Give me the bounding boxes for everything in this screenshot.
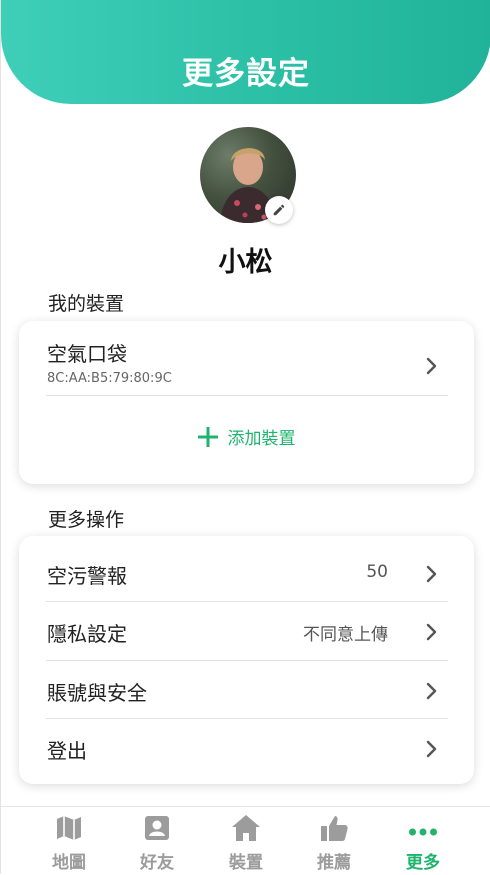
- tab-devices[interactable]: 裝置: [206, 807, 286, 875]
- device-mac-address: 8C:AA:B5:79:80:9C: [47, 371, 172, 386]
- tab-friends[interactable]: 好友: [117, 807, 197, 875]
- map-icon: [57, 816, 81, 840]
- tab-label: 地圖: [52, 853, 86, 873]
- menu-item-value: 50: [366, 562, 388, 582]
- contact-icon: [145, 816, 169, 840]
- devices-card: 空氣口袋 8C:AA:B5:79:80:9C 添加裝置: [19, 321, 474, 484]
- devices-section-title: 我的裝置: [48, 293, 125, 315]
- chevron-right-icon: [426, 565, 437, 583]
- bottom-tab-bar: 地圖 好友 裝置 推薦 更多: [1, 806, 490, 875]
- add-device-button[interactable]: 添加裝置: [19, 424, 474, 449]
- header: 更多設定: [1, 0, 490, 104]
- tab-label: 更多: [406, 853, 440, 873]
- user-name: 小松: [218, 247, 273, 278]
- add-device-label: 添加裝置: [227, 429, 296, 449]
- operations-card: 空污警報 50 隱私設定 不同意上傳 賬號與安全 登出: [19, 536, 474, 784]
- menu-item-label: 賬號與安全: [47, 681, 147, 705]
- chevron-right-icon: [426, 623, 437, 641]
- chevron-right-icon: [426, 357, 437, 375]
- menu-item-privacy-settings[interactable]: 隱私設定 不同意上傳: [19, 602, 474, 660]
- tab-map[interactable]: 地圖: [29, 807, 109, 875]
- pencil-icon: [273, 204, 285, 216]
- tab-label: 推薦: [317, 853, 351, 873]
- tab-label: 好友: [140, 853, 174, 873]
- device-name: 空氣口袋: [47, 342, 127, 366]
- avatar-container[interactable]: [200, 127, 296, 224]
- divider: [46, 395, 448, 396]
- device-item[interactable]: 空氣口袋 8C:AA:B5:79:80:9C: [19, 321, 474, 396]
- page-title: 更多設定: [182, 56, 310, 92]
- thumbs-up-icon: [321, 816, 348, 841]
- menu-item-value: 不同意上傳: [303, 625, 388, 645]
- tab-label: 裝置: [229, 853, 263, 873]
- menu-item-label: 空污警報: [47, 564, 127, 588]
- tab-recommend[interactable]: 推薦: [294, 807, 374, 875]
- home-icon: [232, 815, 260, 841]
- menu-item-label: 隱私設定: [47, 622, 127, 646]
- operations-section-title: 更多操作: [48, 509, 125, 531]
- edit-avatar-button[interactable]: [265, 196, 293, 224]
- menu-item-pollution-alert[interactable]: 空污警報 50: [19, 544, 474, 602]
- plus-icon: [197, 426, 218, 447]
- chevron-right-icon: [426, 682, 437, 700]
- menu-item-label: 登出: [47, 739, 87, 763]
- more-dots-icon: [409, 828, 437, 836]
- chevron-right-icon: [426, 740, 437, 758]
- tab-more[interactable]: 更多: [383, 807, 463, 875]
- menu-item-logout[interactable]: 登出: [19, 719, 474, 777]
- menu-item-account-security[interactable]: 賬號與安全: [19, 661, 474, 719]
